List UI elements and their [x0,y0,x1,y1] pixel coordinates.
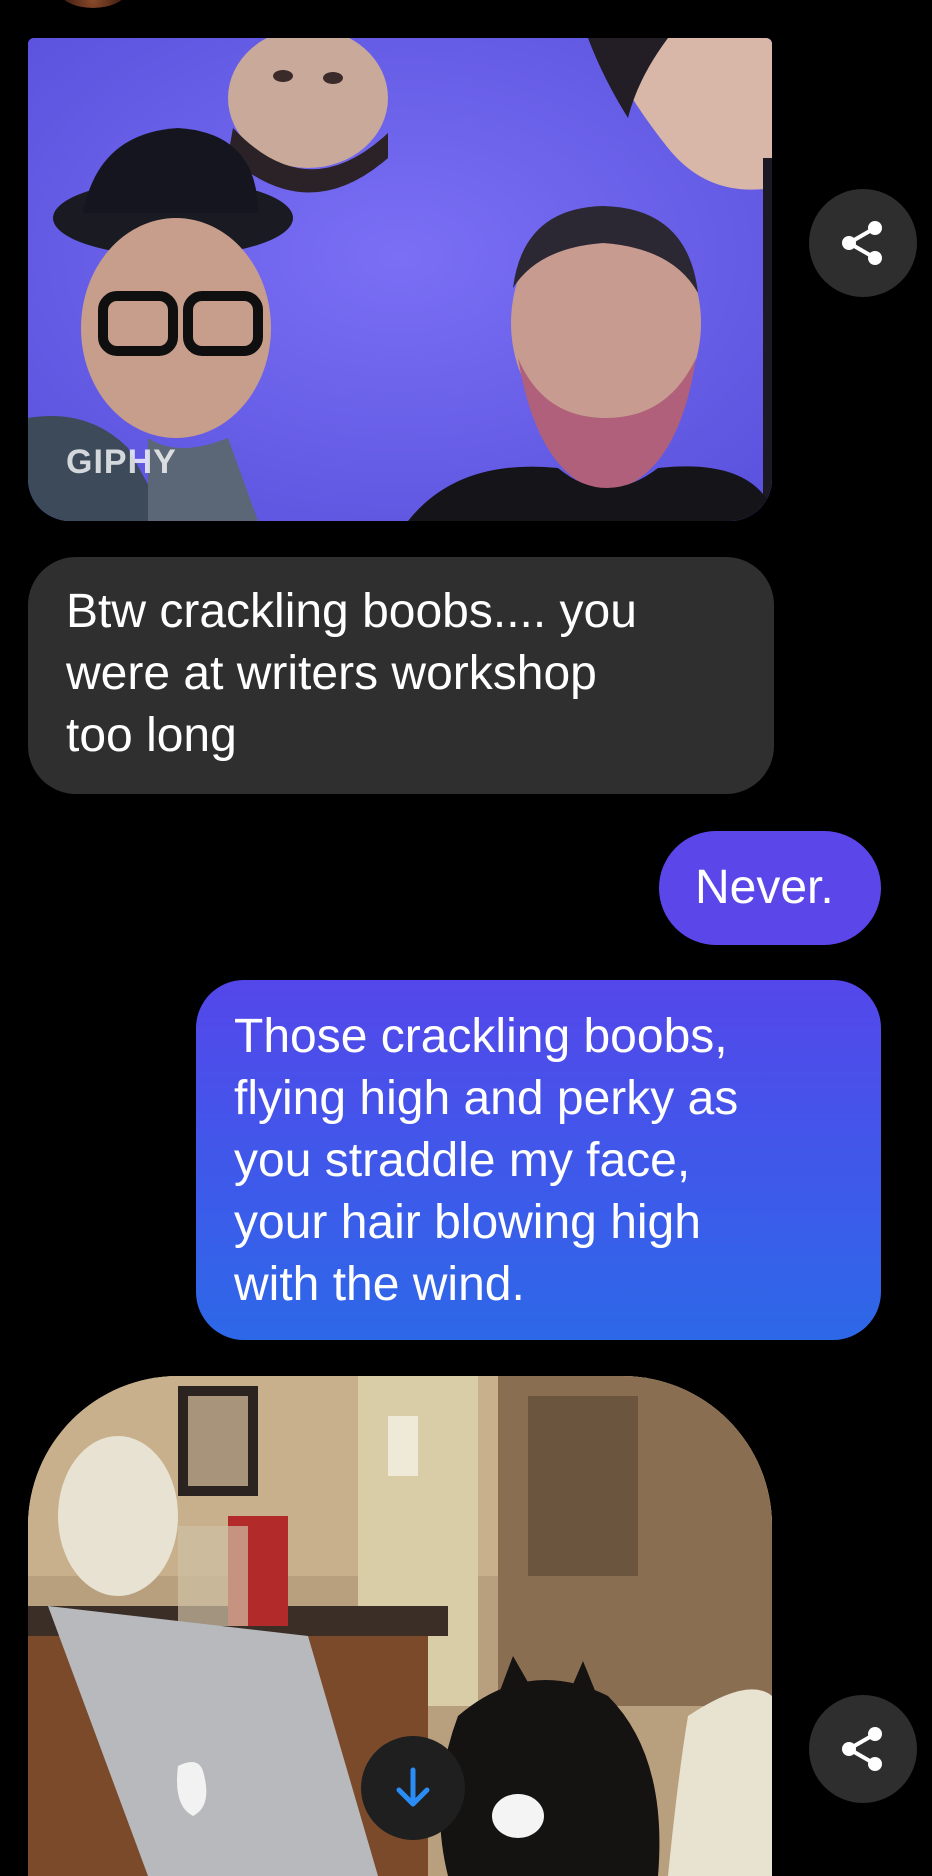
message-line: you straddle my face, [234,1134,691,1187]
message-line: Btw crackling boobs.... you [66,585,637,638]
message-line: Those crackling boobs, [234,1010,728,1063]
share-icon [842,221,882,265]
scroll-to-bottom-button[interactable] [361,1736,465,1840]
share-button[interactable] [809,1695,917,1803]
message-line: your hair blowing high [234,1196,701,1249]
message-text: Never. [695,861,834,914]
message-line: flying high and perky as [234,1072,739,1125]
outgoing-message-bubble[interactable]: Those crackling boobs, flying high and p… [196,980,881,1340]
message-line: with the wind. [234,1258,525,1311]
incoming-message-bubble[interactable]: Btw crackling boobs.... you were at writ… [28,557,774,794]
arrow-down-icon [396,1767,430,1807]
outgoing-message-bubble[interactable]: Never. [659,831,881,945]
giphy-watermark: GIPHY [66,443,177,481]
sender-avatar[interactable] [58,0,128,8]
share-button[interactable] [809,189,917,297]
message-line: too long [66,709,237,762]
share-icon [842,1727,882,1771]
gif-message-band[interactable]: GIPHY [28,38,772,521]
message-line: were at writers workshop [66,647,597,700]
